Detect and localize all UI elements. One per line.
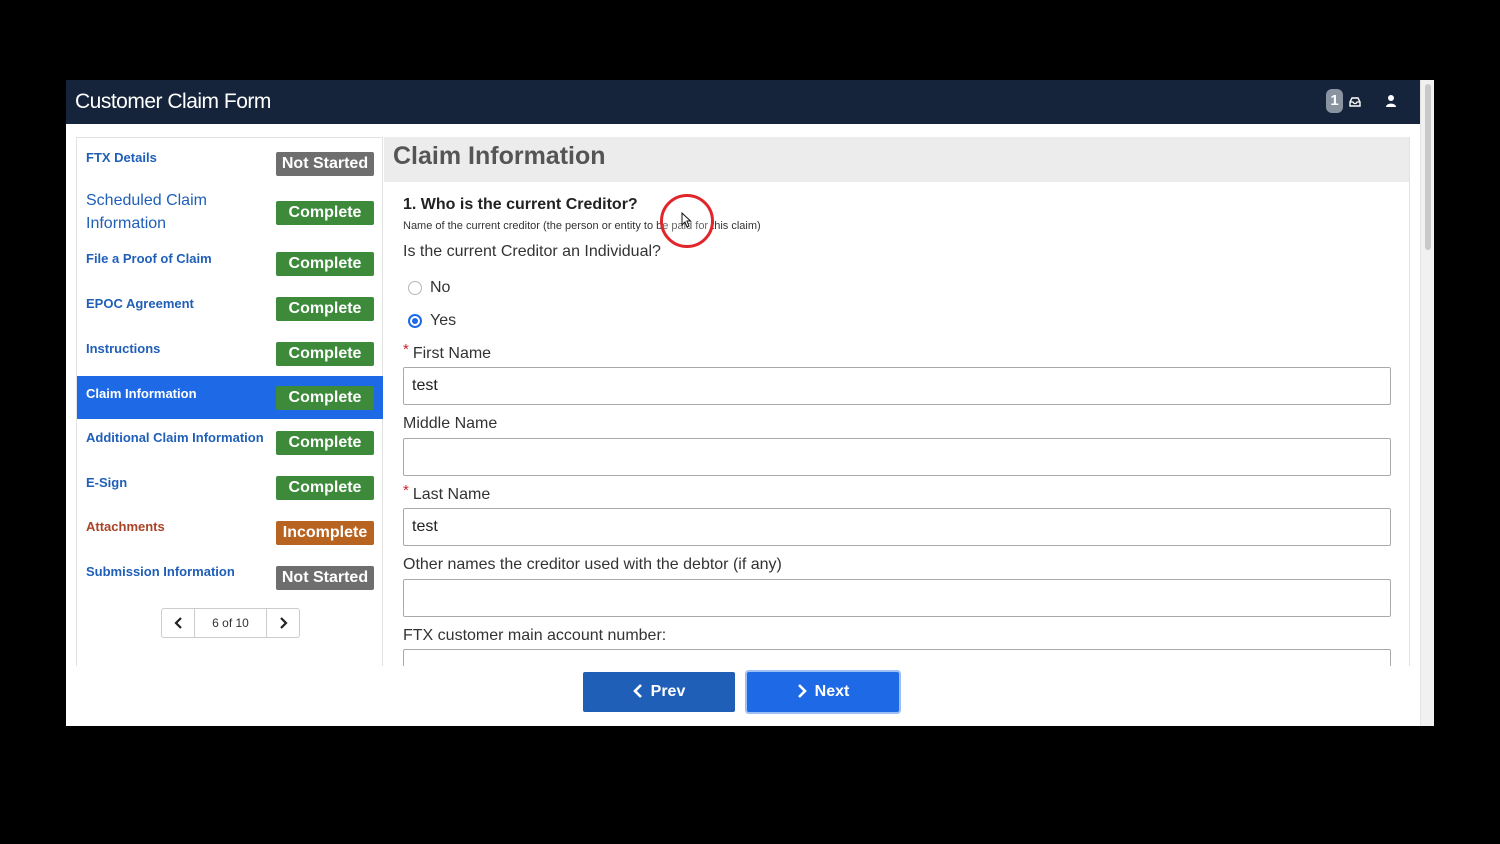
section-pager: 6 of 10 (161, 608, 300, 638)
app-title: Customer Claim Form (75, 90, 271, 113)
claim-form-panel: Claim Information 1. Who is the current … (384, 137, 1410, 666)
sidebar-item-attachments[interactable]: Attachments Incomplete (77, 512, 383, 554)
radio-no-label[interactable]: No (430, 279, 450, 297)
last-name-label: * Last Name (403, 482, 491, 503)
section-sidebar: FTX Details Not Started Scheduled Claim … (76, 137, 383, 666)
sidebar-item-label: Scheduled Claim Information (86, 192, 207, 232)
page-title: Claim Information (393, 142, 606, 170)
next-button[interactable]: Next (747, 672, 899, 712)
chevron-right-icon (797, 683, 807, 698)
middle-name-label: Middle Name (403, 415, 498, 432)
sidebar-item-label: Additional Claim Information (86, 430, 264, 445)
status-badge: Incomplete (276, 521, 374, 545)
first-name-field[interactable] (403, 367, 1391, 405)
status-badge: Complete (276, 252, 374, 276)
mouse-pointer-icon (681, 212, 691, 228)
status-badge: Complete (276, 297, 374, 321)
status-badge: Complete (276, 431, 374, 455)
middle-name-field[interactable] (403, 438, 1391, 476)
sidebar-item-claim-information[interactable]: Claim Information Complete (77, 376, 383, 419)
scrollbar-thumb[interactable] (1425, 84, 1431, 250)
page-scrollbar[interactable] (1420, 80, 1434, 726)
user-icon[interactable] (1385, 94, 1397, 108)
chevron-left-icon (174, 617, 182, 629)
account-number-field[interactable] (403, 649, 1391, 666)
inbox-icon[interactable] (1349, 96, 1361, 108)
status-badge: Complete (276, 201, 374, 225)
sidebar-item-label: File a Proof of Claim (86, 251, 212, 266)
sidebar-item-epoc-agreement[interactable]: EPOC Agreement Complete (77, 289, 383, 331)
other-names-field[interactable] (403, 579, 1391, 617)
individual-question-label: Is the current Creditor an Individual? (403, 243, 661, 260)
pager-position: 6 of 10 (212, 616, 249, 630)
notification-count-badge[interactable]: 1 (1326, 89, 1343, 113)
sidebar-item-label: FTX Details (86, 150, 157, 165)
section-header: Claim Information (384, 137, 1409, 182)
sidebar-item-ftx-details[interactable]: FTX Details Not Started (77, 142, 383, 182)
pager-next-button[interactable] (266, 609, 299, 637)
account-number-label: FTX customer main account number: (403, 627, 667, 644)
sidebar-item-file-proof-of-claim[interactable]: File a Proof of Claim Complete (77, 244, 383, 286)
sidebar-item-label: EPOC Agreement (86, 296, 194, 311)
last-name-field[interactable] (403, 508, 1391, 546)
sidebar-item-label: Submission Information (86, 564, 235, 579)
chevron-left-icon (632, 683, 642, 698)
status-badge: Not Started (276, 152, 374, 176)
status-badge: Complete (276, 342, 374, 366)
question-title: 1. Who is the current Creditor? (403, 196, 638, 213)
sidebar-item-additional-claim-information[interactable]: Additional Claim Information Complete (77, 423, 383, 465)
radio-yes-label[interactable]: Yes (430, 312, 456, 330)
app-header: Customer Claim Form 1 (66, 80, 1420, 124)
pager-prev-button[interactable] (162, 609, 195, 637)
chevron-right-icon (280, 617, 288, 629)
status-badge: Not Started (276, 566, 374, 590)
sidebar-item-label: Claim Information (86, 386, 197, 401)
first-name-label: * First Name (403, 341, 492, 362)
claim-form-window: Customer Claim Form 1 FTX Details Not St… (66, 80, 1434, 726)
sidebar-item-instructions[interactable]: Instructions Complete (77, 334, 383, 376)
radio-no[interactable] (408, 281, 422, 295)
prev-button[interactable]: Prev (583, 672, 735, 712)
sidebar-item-scheduled-claim-information[interactable]: Scheduled Claim Information Complete (77, 186, 383, 242)
status-badge: Complete (276, 386, 374, 410)
sidebar-item-label: E-Sign (86, 475, 128, 490)
sidebar-item-e-sign[interactable]: E-Sign Complete (77, 468, 383, 510)
required-marker: * (403, 482, 409, 499)
other-names-label: Other names the creditor used with the d… (403, 556, 782, 573)
sidebar-item-label: Attachments (86, 519, 165, 534)
sidebar-item-submission-information[interactable]: Submission Information Not Started (77, 557, 383, 599)
sidebar-item-label: Instructions (86, 341, 161, 356)
radio-yes[interactable] (408, 314, 422, 328)
status-badge: Complete (276, 476, 374, 500)
required-marker: * (403, 341, 409, 358)
